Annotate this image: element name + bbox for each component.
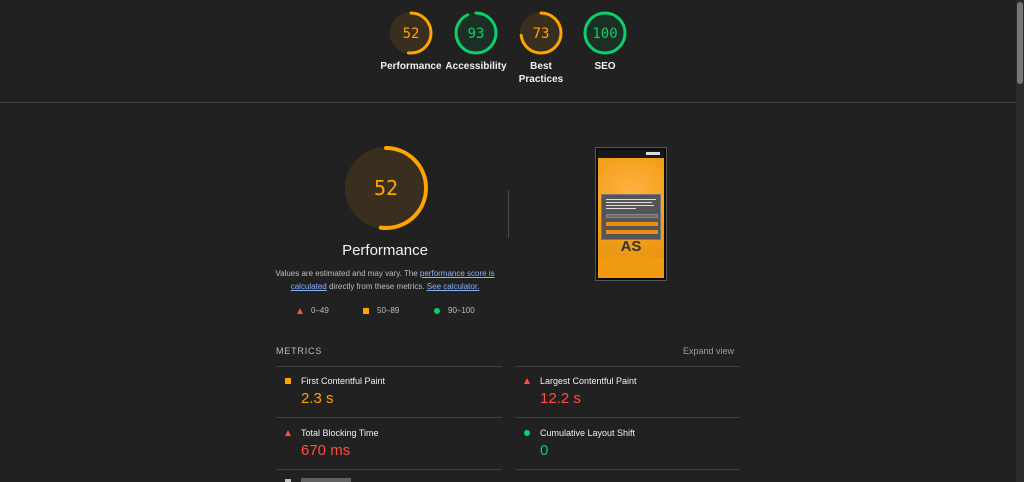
performance-heading: Performance [342,242,428,259]
final-screenshot-thumbnail[interactable]: AS [595,147,667,281]
section-divider [508,190,509,238]
text-line [606,205,654,206]
thumbnail-heading: AS [620,238,642,255]
logo-icon [646,152,660,155]
metrics-divider [276,366,502,367]
legend-fail: 0–49 [297,306,329,315]
circle-icon [434,307,440,314]
thumbnail-topbar [598,150,664,158]
average-square-icon [285,378,291,384]
text-line [606,202,652,203]
desc-text-1: Values are estimated and may vary. The [275,269,420,278]
metric-name: First Contentful Paint [301,376,386,386]
expand-view-toggle[interactable]: Expand view [683,346,734,356]
legend-pass: 90–100 [434,306,475,315]
performance-large-score: 52 [374,176,398,200]
scrollbar-thumb[interactable] [1017,2,1023,84]
vertical-scrollbar[interactable] [1016,0,1024,482]
metric-value: 0 [540,442,549,459]
see-calculator-link[interactable]: See calculator. [427,282,479,291]
performance-description: Values are estimated and may vary. The p… [270,267,500,293]
thumbnail-cookie-dialog [601,194,661,240]
triangle-icon [297,307,303,314]
text-line [606,199,656,200]
metric-value: 12.2 s [540,390,581,407]
metrics-divider [515,366,740,367]
metric-name: Largest Contentful Paint [540,376,637,386]
metrics-divider [276,469,502,470]
legend-pass-label: 90–100 [448,306,475,315]
text-line [606,208,636,209]
fail-triangle-icon [285,430,291,436]
legend-average: 50–89 [363,306,399,315]
desc-text-2: directly from these metrics. [326,282,427,291]
performance-big-gauge: 52 [342,144,430,237]
best-practices-gauge-icon: 73 [519,11,563,55]
metric-name: Total Blocking Time [301,428,379,438]
metric-value: 670 ms [301,442,351,459]
best-practices-score: 73 [533,26,550,42]
partial-metric-name [301,478,351,482]
performance-large-gauge-icon: 52 [344,146,428,230]
thumbnail-button [606,214,658,218]
label-line-2: Practices [518,74,564,85]
legend-fail-label: 0–49 [311,306,329,315]
thumbnail-button [606,230,658,234]
metrics-divider [515,417,740,418]
metric-value: 2.3 s [301,390,334,407]
pass-circle-icon [524,430,530,436]
thumbnail-button [606,222,658,226]
seo-gauge-icon: 100 [583,11,627,55]
gauge-seo[interactable]: 100 SEO [562,10,648,73]
category-summary: 52 Performance 93 Accessibility 73 Best … [0,0,1016,103]
legend-average-label: 50–89 [377,306,400,315]
metrics-divider [276,417,502,418]
screenshot-content: AS [598,150,664,278]
thumbnail-band [598,257,664,278]
performance-gauge-icon: 52 [389,11,433,55]
accessibility-score: 93 [468,26,485,42]
fail-triangle-icon [524,378,530,384]
label-line-1: Best [530,61,552,72]
square-icon [363,307,369,314]
accessibility-gauge-icon: 93 [454,11,498,55]
metric-name: Cumulative Layout Shift [540,428,636,438]
performance-score: 52 [403,26,420,42]
gauge-label-seo: SEO [594,61,616,72]
seo-score: 100 [592,26,617,42]
metrics-divider [515,469,740,470]
metrics-title: METRICS [276,346,323,356]
